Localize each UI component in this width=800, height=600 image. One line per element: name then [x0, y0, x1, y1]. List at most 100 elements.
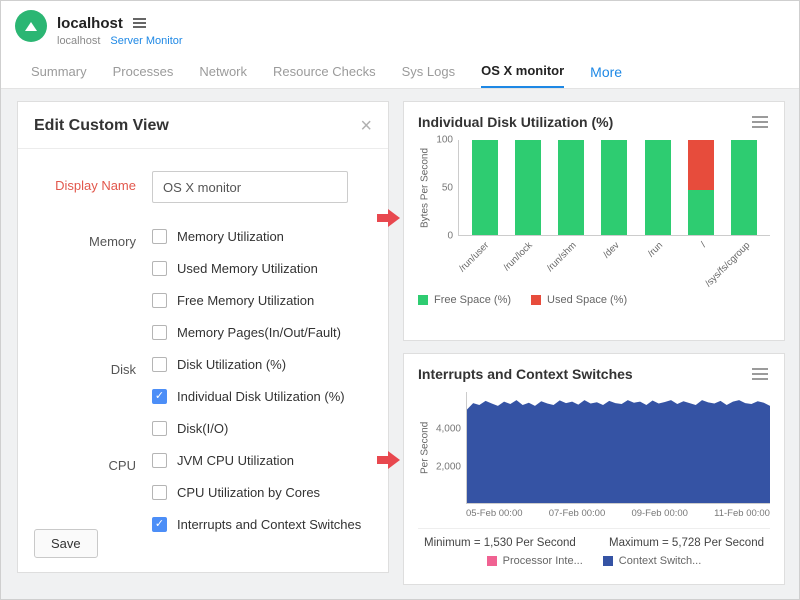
maximum-stat: Maximum = 5,728 Per Second: [609, 537, 764, 549]
chart-menu-icon[interactable]: [750, 114, 770, 130]
x-tick: 09-Feb 00:00: [631, 508, 688, 519]
edit-form: Display Name Memory Memory Utilization U…: [18, 149, 388, 547]
chart-stats: Minimum = 1,530 Per Second Maximum = 5,7…: [418, 528, 770, 549]
checkbox-icon[interactable]: [152, 453, 167, 468]
checkbox-label: Disk Utilization (%): [177, 357, 286, 372]
y-axis-ticks: 100 50 0: [432, 140, 458, 236]
content-area: Edit Custom View × Display Name Memory M…: [1, 89, 799, 599]
checkbox-label: JVM CPU Utilization: [177, 453, 294, 468]
checkbox-label: CPU Utilization by Cores: [177, 485, 320, 500]
panel-title: Edit Custom View: [34, 117, 169, 135]
bar-segment-free: [558, 140, 584, 235]
checkbox-icon[interactable]: [152, 485, 167, 500]
checkbox-label: Individual Disk Utilization (%): [177, 389, 345, 404]
checkbox-icon[interactable]: [152, 261, 167, 276]
checkbox-label: Memory Pages(In/Out/Fault): [177, 325, 341, 340]
display-name-input[interactable]: [152, 171, 348, 203]
legend-swatch-red: [531, 295, 541, 305]
monitor-status-icon[interactable]: [15, 10, 47, 42]
legend-swatch-pink: [487, 556, 497, 566]
check-row-jvm-cpu-utilization[interactable]: JVM CPU Utilization: [152, 451, 361, 469]
check-row-memory-utilization[interactable]: Memory Utilization: [152, 227, 341, 245]
legend-item-context-switches[interactable]: Context Switch...: [603, 555, 702, 567]
check-row-used-memory-utilization[interactable]: Used Memory Utilization: [152, 259, 341, 277]
breadcrumb-server-monitor[interactable]: Server Monitor: [110, 35, 182, 47]
bar-category-label: /: [699, 240, 709, 250]
bar-category-label: /run: [646, 240, 665, 259]
hamburger-menu-icon[interactable]: [133, 18, 146, 28]
check-row-disk-utilization[interactable]: Disk Utilization (%): [152, 355, 345, 373]
check-row-interrupts-context-switches[interactable]: Interrupts and Context Switches: [152, 515, 361, 533]
bar-category: /dev: [601, 236, 627, 292]
checkbox-icon[interactable]: [152, 389, 167, 404]
bar-segment-free: [601, 140, 627, 235]
checkbox-icon[interactable]: [152, 229, 167, 244]
y-tick: 4,000: [436, 424, 461, 435]
legend-item-used-space[interactable]: Used Space (%): [531, 294, 627, 306]
tab-processes[interactable]: Processes: [113, 55, 174, 88]
bar-segment-free: [731, 140, 757, 235]
chart-menu-icon[interactable]: [750, 366, 770, 382]
header: localhost localhost Server Monitor: [1, 1, 799, 55]
breadcrumb-host[interactable]: localhost: [57, 35, 100, 47]
tab-network[interactable]: Network: [199, 55, 247, 88]
bar-category-label: /run/lock: [502, 240, 535, 273]
checkbox-icon[interactable]: [152, 293, 167, 308]
chart-title: Individual Disk Utilization (%): [418, 114, 613, 130]
legend-label: Processor Inte...: [503, 555, 583, 567]
red-arrow-icon: [377, 451, 401, 469]
group-label-memory: Memory: [34, 227, 136, 355]
checkbox-label: Memory Utilization: [177, 229, 284, 244]
y-tick: 50: [442, 183, 453, 194]
group-label-disk: Disk: [34, 355, 136, 451]
bar-category: /run/lock: [514, 236, 540, 292]
bar-category: /run/shm: [558, 236, 584, 292]
check-row-memory-pages[interactable]: Memory Pages(In/Out/Fault): [152, 323, 341, 341]
checkbox-icon[interactable]: [152, 325, 167, 340]
breadcrumb: localhost Server Monitor: [57, 35, 183, 47]
x-tick: 07-Feb 00:00: [549, 508, 606, 519]
bar-chart: Bytes Per Second 100 50 0 /run/user/run/…: [418, 140, 770, 292]
y-tick: 0: [447, 231, 453, 242]
edit-custom-view-panel: Edit Custom View × Display Name Memory M…: [17, 101, 389, 573]
checkbox-label: Free Memory Utilization: [177, 293, 314, 308]
checkbox-icon[interactable]: [152, 357, 167, 372]
y-axis-ticks: 4,000 2,000: [432, 392, 466, 504]
header-text: localhost localhost Server Monitor: [57, 10, 183, 51]
checkbox-label: Used Memory Utilization: [177, 261, 318, 276]
group-memory: Memory Memory Utilization Used Memory Ut…: [34, 227, 372, 355]
disk-bar: [558, 140, 584, 235]
app-window: localhost localhost Server Monitor Summa…: [0, 0, 800, 600]
chart-legend: Free Space (%) Used Space (%): [418, 294, 770, 306]
panel-header: Edit Custom View ×: [18, 102, 388, 149]
checkbox-label: Interrupts and Context Switches: [177, 517, 361, 532]
close-icon[interactable]: ×: [360, 116, 372, 136]
bar-category-label: /run/shm: [544, 240, 578, 274]
tab-more[interactable]: More: [590, 55, 622, 88]
checkbox-icon[interactable]: [152, 421, 167, 436]
y-axis-label: Per Second: [418, 392, 432, 504]
y-tick: 100: [436, 135, 453, 146]
save-button[interactable]: Save: [34, 529, 98, 558]
checkbox-icon[interactable]: [152, 517, 167, 532]
disk-utilization-chart-card: Individual Disk Utilization (%) Bytes Pe…: [403, 101, 785, 341]
tab-osx-monitor[interactable]: OS X monitor: [481, 55, 564, 88]
legend-item-free-space[interactable]: Free Space (%): [418, 294, 511, 306]
display-name-label: Display Name: [34, 171, 136, 203]
page-title: localhost: [57, 15, 123, 32]
tab-summary[interactable]: Summary: [31, 55, 87, 88]
disk-bar: [601, 140, 627, 235]
bar-category-label: /dev: [601, 240, 621, 260]
check-row-disk-io[interactable]: Disk(I/O): [152, 419, 345, 437]
x-axis-ticks: 05-Feb 00:00 07-Feb 00:00 09-Feb 00:00 1…: [466, 508, 770, 519]
check-row-individual-disk-utilization[interactable]: Individual Disk Utilization (%): [152, 387, 345, 405]
tab-sys-logs[interactable]: Sys Logs: [402, 55, 455, 88]
x-tick: 05-Feb 00:00: [466, 508, 523, 519]
check-row-free-memory-utilization[interactable]: Free Memory Utilization: [152, 291, 341, 309]
legend-item-processor-interrupts[interactable]: Processor Inte...: [487, 555, 583, 567]
disk-bar: [731, 140, 757, 235]
y-tick: 2,000: [436, 461, 461, 472]
tab-resource-checks[interactable]: Resource Checks: [273, 55, 376, 88]
legend-label: Free Space (%): [434, 294, 511, 306]
check-row-cpu-utilization-by-cores[interactable]: CPU Utilization by Cores: [152, 483, 361, 501]
